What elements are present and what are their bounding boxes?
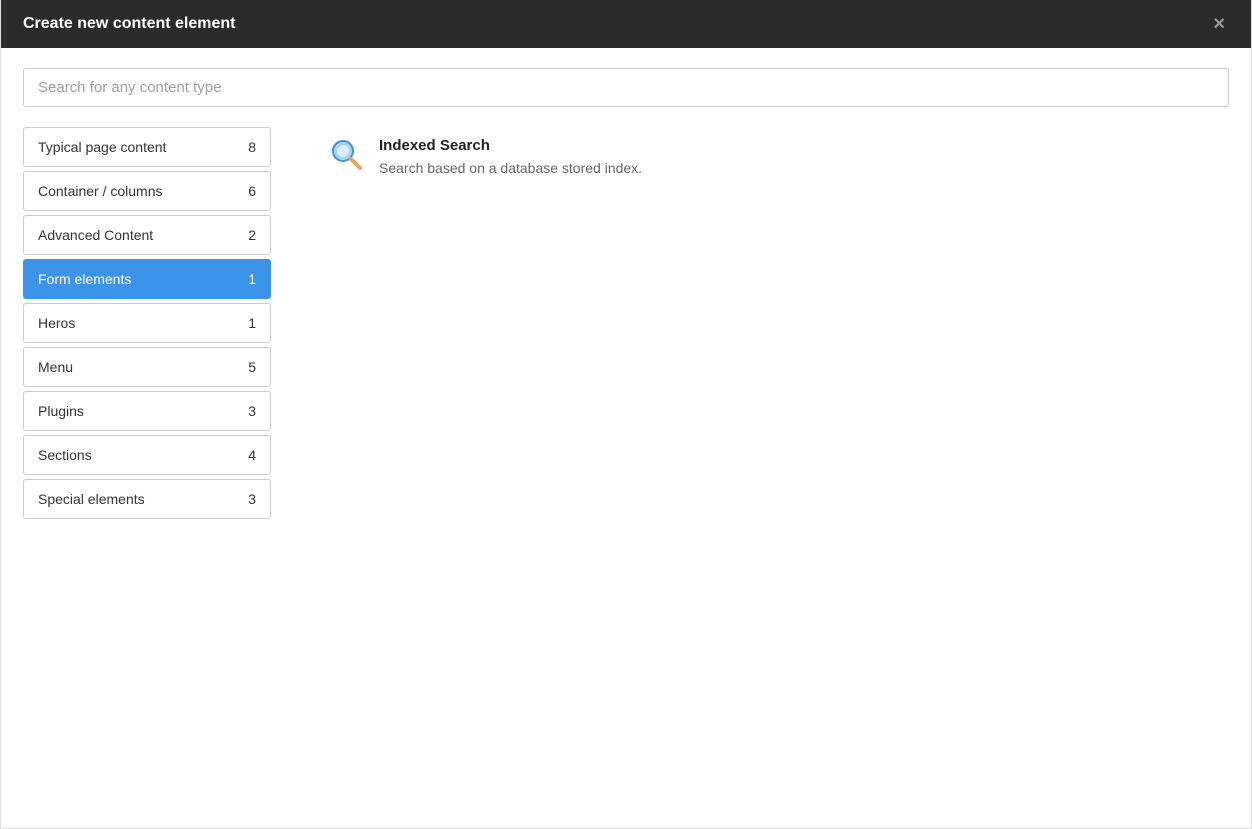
sidebar-item-heros[interactable]: Heros 1	[23, 303, 271, 343]
main-panel: Indexed Search Search based on a database…	[329, 127, 1229, 523]
sidebar-item-count: 3	[248, 491, 256, 507]
content-item-text: Indexed Search Search based on a database…	[379, 137, 1229, 176]
modal-dialog: Create new content element × Typical pag…	[0, 0, 1252, 829]
content-item-description: Search based on a database stored index.	[379, 160, 1229, 176]
sidebar-item-label: Typical page content	[38, 139, 240, 155]
sidebar-item-label: Form elements	[38, 271, 240, 287]
sidebar-item-count: 5	[248, 359, 256, 375]
modal-header: Create new content element ×	[1, 0, 1251, 48]
sidebar-item-label: Heros	[38, 315, 240, 331]
sidebar-item-form-elements[interactable]: Form elements 1	[23, 259, 271, 299]
sidebar-item-count: 4	[248, 447, 256, 463]
modal-body: Typical page content 8 Container / columns…	[1, 48, 1251, 828]
sidebar-item-special-elements[interactable]: Special elements 3	[23, 479, 271, 519]
sidebar-item-label: Menu	[38, 359, 240, 375]
sidebar-item-label: Container / columns	[38, 183, 240, 199]
sidebar-item-plugins[interactable]: Plugins 3	[23, 391, 271, 431]
sidebar-item-count: 3	[248, 403, 256, 419]
sidebar-item-label: Special elements	[38, 491, 240, 507]
sidebar-item-count: 1	[248, 271, 256, 287]
sidebar: Typical page content 8 Container / columns…	[23, 127, 271, 523]
content-area: Typical page content 8 Container / columns…	[23, 127, 1229, 523]
close-button[interactable]: ×	[1209, 14, 1229, 34]
sidebar-item-label: Sections	[38, 447, 240, 463]
search-input[interactable]	[23, 68, 1229, 107]
sidebar-item-typical-page-content[interactable]: Typical page content 8	[23, 127, 271, 167]
sidebar-item-count: 6	[248, 183, 256, 199]
sidebar-item-sections[interactable]: Sections 4	[23, 435, 271, 475]
search-icon	[329, 137, 363, 171]
content-item-title: Indexed Search	[379, 137, 1229, 154]
sidebar-item-advanced-content[interactable]: Advanced Content 2	[23, 215, 271, 255]
sidebar-item-menu[interactable]: Menu 5	[23, 347, 271, 387]
sidebar-item-label: Plugins	[38, 403, 240, 419]
content-item-indexed-search[interactable]: Indexed Search Search based on a database…	[329, 137, 1229, 176]
sidebar-item-count: 8	[248, 139, 256, 155]
modal-title: Create new content element	[23, 15, 236, 33]
sidebar-item-container-columns[interactable]: Container / columns 6	[23, 171, 271, 211]
sidebar-item-label: Advanced Content	[38, 227, 240, 243]
sidebar-item-count: 1	[248, 315, 256, 331]
close-icon: ×	[1213, 13, 1225, 35]
sidebar-item-count: 2	[248, 227, 256, 243]
